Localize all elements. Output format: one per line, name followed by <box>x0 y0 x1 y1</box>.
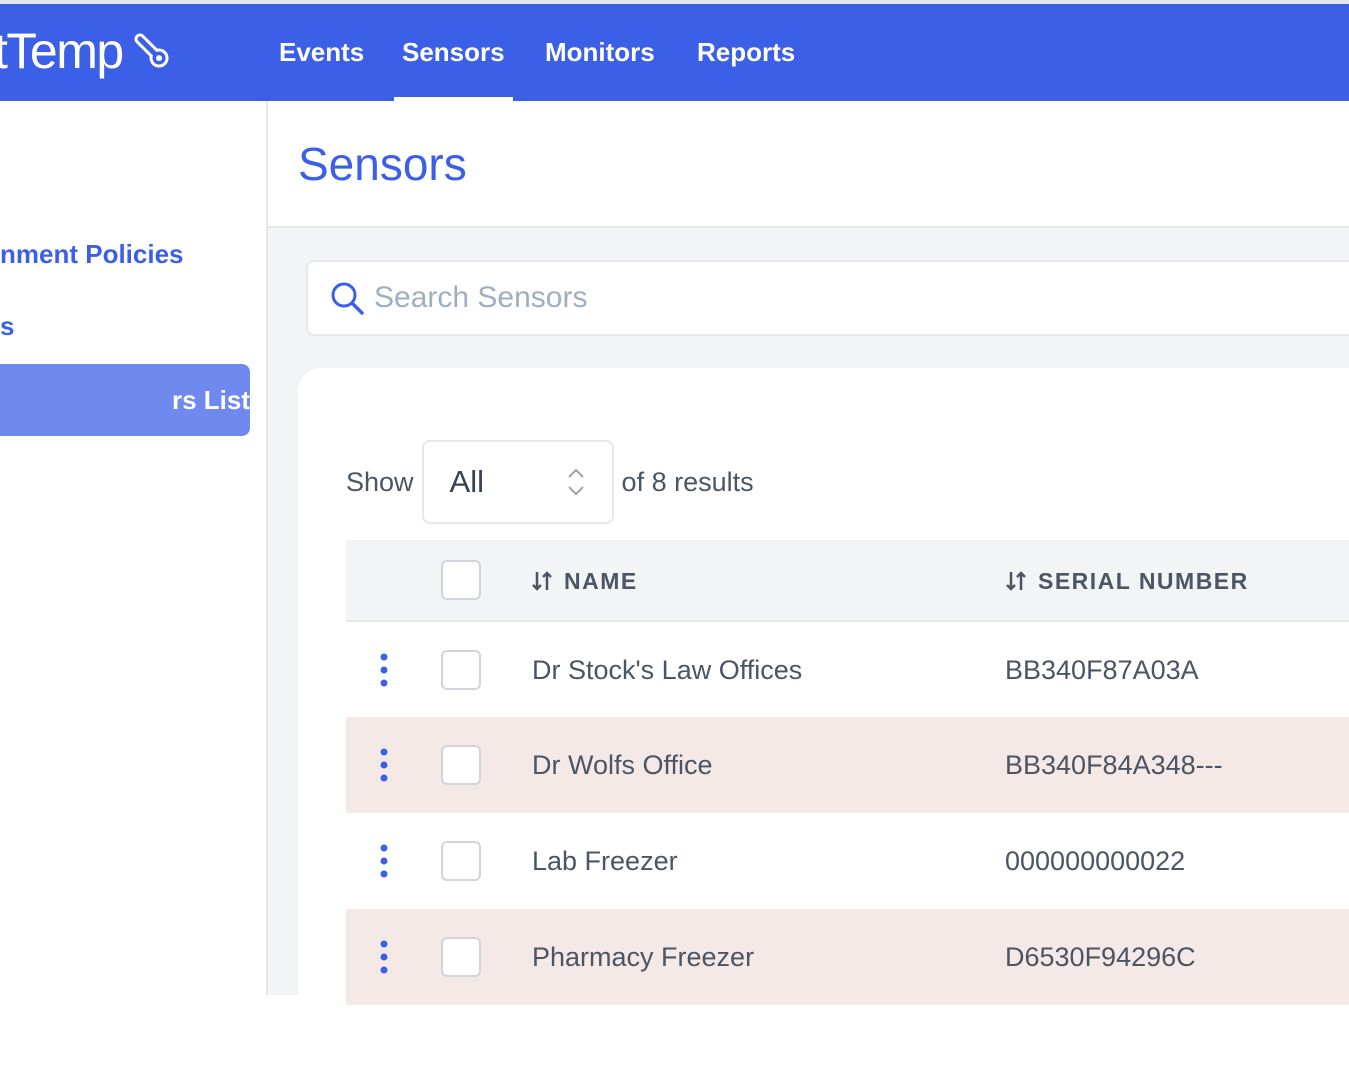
chevron-up-down-icon <box>567 468 584 496</box>
more-options-icon[interactable] <box>376 652 392 688</box>
results-summary: of 8 results <box>621 466 754 497</box>
sidebar-item-label: rs List <box>171 384 250 415</box>
brand-name: tTemp <box>0 23 124 79</box>
sidebar-item-label: s <box>0 311 15 341</box>
top-navbar: tTemp Events Sensors Monitors Reports <box>0 0 1349 101</box>
sidebar-item-policies[interactable]: nment Policies <box>0 239 190 270</box>
column-header-serial-number[interactable]: SERIAL NUMBER <box>1004 540 1249 622</box>
brand-logo[interactable]: tTemp <box>0 22 173 80</box>
search-input[interactable] <box>374 281 1274 315</box>
cell-name: Pharmacy Freezer <box>532 941 755 972</box>
cell-name: Dr Stock's Law Offices <box>532 654 803 685</box>
nav-sensors[interactable]: Sensors <box>394 4 513 101</box>
nav-events[interactable]: Events <box>271 4 372 101</box>
page-size-value: All <box>449 464 484 499</box>
column-header-name[interactable]: NAME <box>530 540 638 622</box>
sidebar: nment Policies s rs List <box>0 101 268 995</box>
sort-icon <box>1006 571 1026 591</box>
cell-serial: BB340F84A348--- <box>1005 749 1223 780</box>
search-icon <box>331 282 364 315</box>
more-options-icon[interactable] <box>376 939 392 975</box>
nav-reports[interactable]: Reports <box>689 4 803 101</box>
page-title: Sensors <box>298 138 467 190</box>
cell-serial: BB340F87A03A <box>1005 654 1199 685</box>
more-options-icon[interactable] <box>376 843 392 879</box>
row-checkbox[interactable] <box>441 937 481 977</box>
search-bar[interactable] <box>306 260 1349 336</box>
table-row[interactable]: Dr Stock's Law Offices BB340F87A03A <box>346 622 1349 718</box>
page-size-select[interactable]: All <box>421 440 614 524</box>
page-header: Sensors <box>268 101 1349 228</box>
cell-serial: D6530F94296C <box>1005 941 1196 972</box>
nav-monitors[interactable]: Monitors <box>537 4 663 101</box>
column-label: NAME <box>564 567 638 594</box>
page-size-control: Show All of 8 results <box>346 440 754 524</box>
sidebar-item-label: nment Policies <box>0 239 184 269</box>
more-options-icon[interactable] <box>376 747 392 783</box>
table-row[interactable]: Dr Wolfs Office BB340F84A348--- <box>346 717 1349 813</box>
column-label: SERIAL NUMBER <box>1038 567 1249 594</box>
table-row[interactable]: Lab Freezer 000000000022 <box>346 813 1349 909</box>
cell-serial: 000000000022 <box>1005 845 1186 876</box>
row-checkbox[interactable] <box>441 650 481 690</box>
select-all-checkbox[interactable] <box>441 560 481 600</box>
table-row[interactable]: Pharmacy Freezer D6530F94296C <box>346 909 1349 1005</box>
sensors-card: Show All of 8 results NAME SERIAL NUMBER… <box>298 368 1349 1068</box>
show-label: Show <box>346 466 414 497</box>
thermometer-icon <box>134 33 169 68</box>
table-header: NAME SERIAL NUMBER <box>346 540 1349 622</box>
cell-name: Lab Freezer <box>532 845 678 876</box>
sidebar-item-sensors-list[interactable]: rs List <box>0 364 250 436</box>
main-content: Show All of 8 results NAME <box>268 228 1349 1068</box>
cell-name: Dr Wolfs Office <box>532 749 713 780</box>
sort-icon <box>532 571 552 591</box>
sidebar-item-partial[interactable]: s <box>0 311 20 342</box>
row-checkbox[interactable] <box>441 745 481 785</box>
row-checkbox[interactable] <box>441 841 481 881</box>
